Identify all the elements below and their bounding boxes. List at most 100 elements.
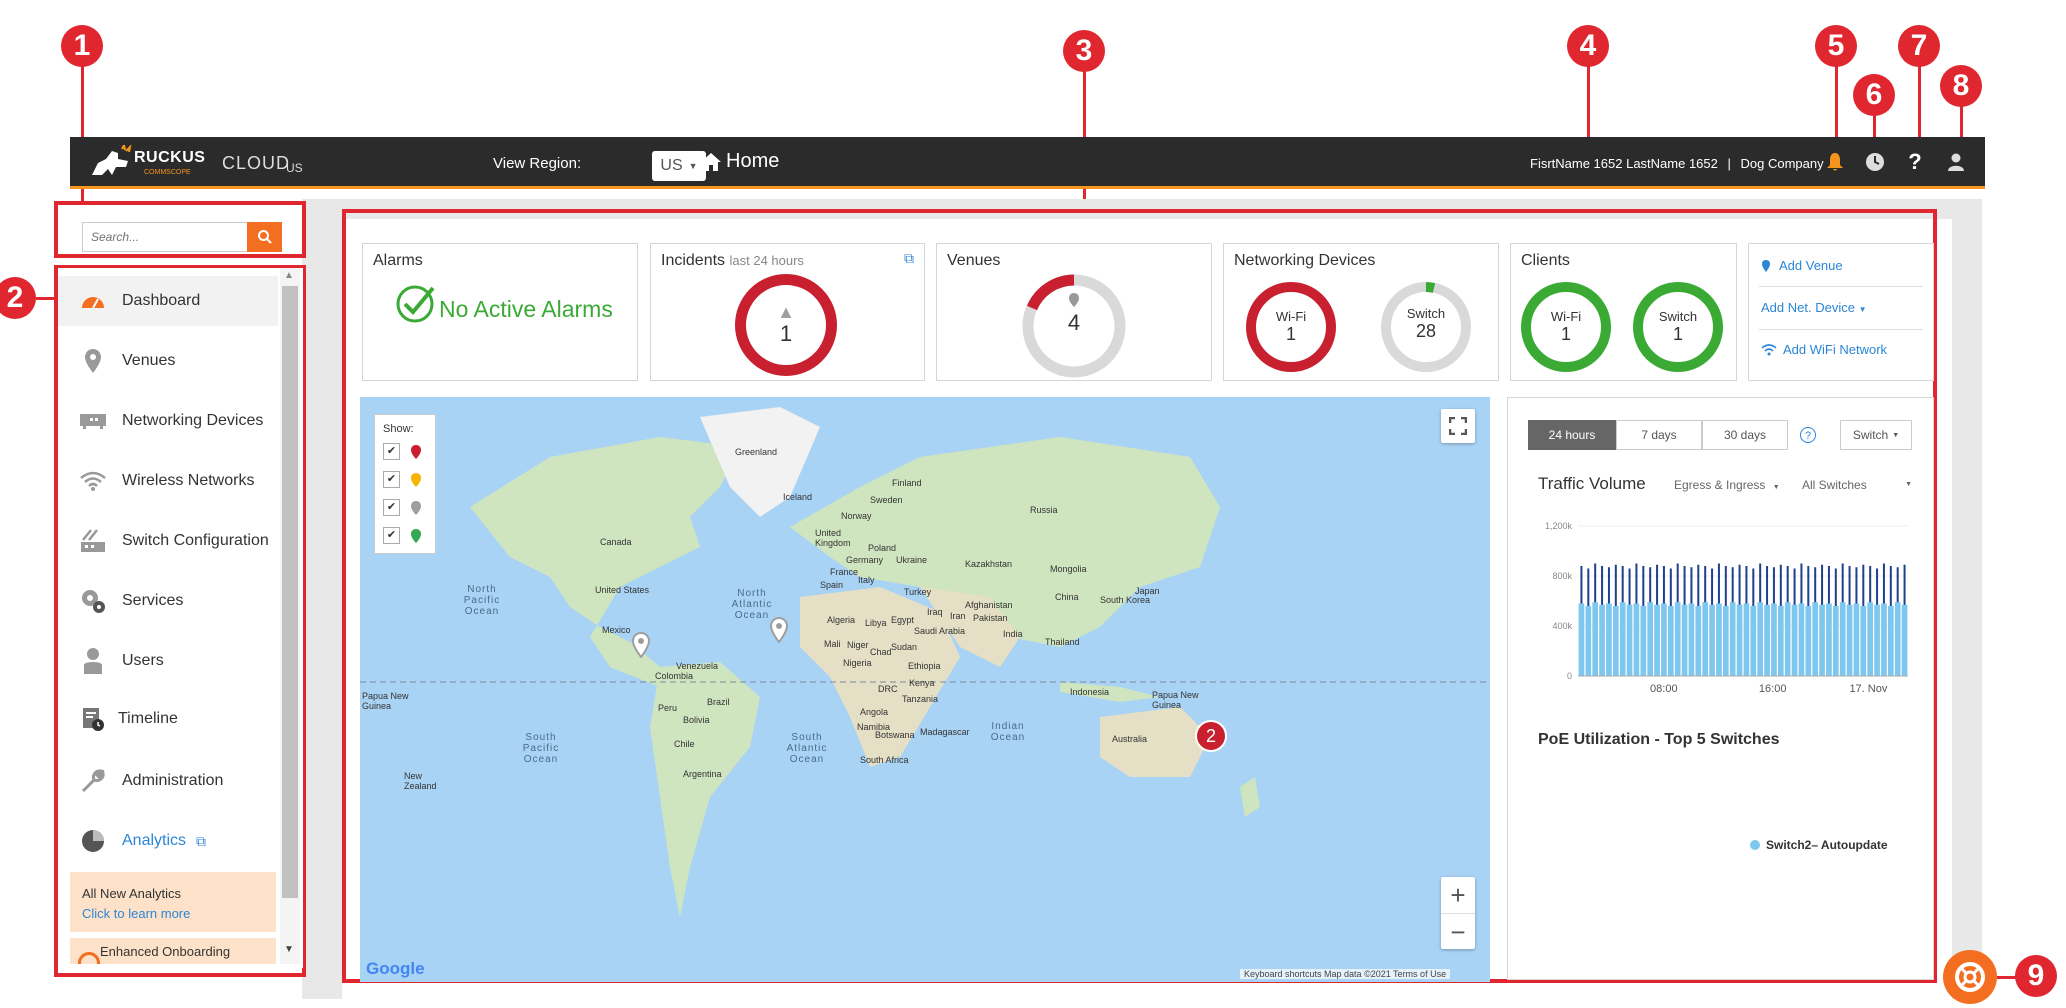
search-input[interactable] bbox=[82, 222, 247, 252]
scroll-up-icon[interactable]: ▲ bbox=[284, 270, 294, 281]
map-label: Brazil bbox=[707, 697, 730, 707]
switch-devices-text[interactable]: Switch 28 bbox=[1380, 306, 1472, 342]
promo-link[interactable]: Click to learn more bbox=[82, 906, 190, 921]
support-button[interactable] bbox=[1943, 950, 1997, 1004]
map-label: South Korea bbox=[1100, 595, 1151, 605]
sidebar-item-label: Venues bbox=[122, 352, 176, 369]
sidebar-item-venues[interactable]: Venues bbox=[78, 341, 175, 381]
poe-legend[interactable]: Switch2– Autoupdate bbox=[1750, 838, 1888, 852]
device-icon bbox=[78, 406, 108, 436]
scope-select[interactable]: All Switches ▼ bbox=[1802, 478, 1922, 492]
add-device-dropdown[interactable]: Add Net. Device ▼ bbox=[1761, 300, 1866, 315]
ring-value: 1 bbox=[1285, 324, 1296, 344]
venues-count: 4 bbox=[1067, 310, 1081, 335]
bar-series-2 bbox=[1640, 606, 1647, 676]
info-icon[interactable]: ? bbox=[1800, 427, 1816, 443]
map-footer[interactable]: Keyboard shortcuts Map data ©2021 Terms … bbox=[1240, 969, 1451, 979]
scroll-down-icon[interactable]: ▼ bbox=[284, 944, 294, 955]
map-label: Colombia bbox=[655, 671, 694, 681]
map-label: Iran bbox=[950, 611, 966, 621]
map-label: Italy bbox=[858, 575, 875, 585]
help-icon[interactable]: ? bbox=[1902, 149, 1928, 175]
tab-30-days[interactable]: 30 days bbox=[1702, 420, 1788, 450]
sidebar-item-administration[interactable]: Administration bbox=[78, 761, 223, 801]
sidebar-item-switch-configuration[interactable]: Switch Configuration bbox=[78, 521, 269, 561]
ring-value: 1 bbox=[1672, 324, 1683, 344]
add-venue-link[interactable]: Add Venue bbox=[1761, 258, 1843, 273]
sidebar-item-analytics[interactable]: Analytics ⧉ bbox=[78, 821, 206, 861]
sidebar-item-label: Networking Devices bbox=[122, 412, 264, 429]
x-tick-label: 16:00 bbox=[1759, 683, 1787, 695]
incidents-card[interactable]: Incidents last 24 hours ⧉ ▲ 1 bbox=[650, 243, 925, 381]
map-label: Ukraine bbox=[896, 555, 928, 565]
user-icon[interactable] bbox=[1943, 149, 1969, 175]
sidebar-item-services[interactable]: Services bbox=[78, 581, 183, 621]
lifebuoy-icon bbox=[1955, 962, 1985, 992]
traffic-title: Traffic Volume bbox=[1538, 474, 1646, 493]
bar-series-2 bbox=[1826, 603, 1832, 676]
home-breadcrumb[interactable]: Home bbox=[700, 150, 779, 173]
user-name[interactable]: FisrtName 1652 LastName 1652 bbox=[1530, 156, 1718, 171]
bell-icon[interactable] bbox=[1822, 149, 1848, 175]
dog-logo-icon bbox=[92, 145, 132, 175]
bar-series-2 bbox=[1819, 604, 1825, 676]
map-label: China bbox=[1055, 592, 1079, 602]
scope-value: All Switches bbox=[1802, 478, 1867, 492]
promo-onboarding[interactable]: Enhanced Onboarding bbox=[70, 938, 276, 964]
tab-7-days[interactable]: 7 days bbox=[1616, 420, 1702, 450]
tab-24-hours[interactable]: 24 hours bbox=[1528, 420, 1616, 450]
card-title: Clients bbox=[1521, 252, 1570, 269]
bar-series-2 bbox=[1709, 604, 1715, 676]
sidebar-scrollbar[interactable]: ▲ ▼ bbox=[280, 268, 300, 964]
clock-icon[interactable] bbox=[1862, 149, 1888, 175]
company-name[interactable]: Dog Company bbox=[1741, 156, 1824, 171]
venue-map[interactable]: Show: ✔ ✔ ✔ ✔ + − 2 Greenland Iceland Fi… bbox=[360, 397, 1490, 982]
sidebar-item-wireless-networks[interactable]: Wireless Networks bbox=[78, 461, 254, 501]
alarms-card[interactable]: Alarms No Active Alarms bbox=[362, 243, 638, 381]
y-tick-label: 800k bbox=[1552, 571, 1572, 581]
callout-2-line bbox=[36, 297, 56, 300]
divider bbox=[1759, 286, 1923, 287]
direction-select[interactable]: Egress & Ingress ▼ bbox=[1674, 478, 1780, 492]
sidebar-item-users[interactable]: Users bbox=[78, 641, 164, 681]
sidebar-item-networking-devices[interactable]: Networking Devices bbox=[78, 401, 263, 441]
ocean-label: North Atlantic Ocean bbox=[731, 588, 773, 621]
map-label: United States bbox=[595, 585, 650, 595]
bar-series-2 bbox=[1612, 606, 1619, 676]
region-select[interactable]: US ▼ bbox=[652, 151, 706, 181]
sidebar-item-dashboard[interactable]: Dashboard bbox=[78, 281, 200, 321]
wifi-devices-ring[interactable]: Wi-Fi 1 bbox=[1246, 282, 1336, 372]
scrollbar-thumb[interactable] bbox=[282, 286, 298, 898]
map-label: Peru bbox=[658, 703, 678, 713]
add-wifi-link[interactable]: Add WiFi Network bbox=[1761, 342, 1887, 357]
external-link-icon[interactable]: ⧉ bbox=[904, 250, 914, 267]
wrench-icon bbox=[78, 766, 108, 796]
bar-series-2 bbox=[1716, 603, 1722, 676]
device-type-select[interactable]: Switch ▼ bbox=[1840, 420, 1912, 450]
search-button[interactable] bbox=[247, 222, 282, 252]
wifi-clients-ring[interactable]: Wi-Fi 1 bbox=[1521, 282, 1611, 372]
sidebar-item-timeline[interactable]: Timeline bbox=[78, 699, 178, 739]
venues-card[interactable]: Venues 4 bbox=[936, 243, 1212, 381]
switch-clients-ring[interactable]: Switch 1 bbox=[1633, 282, 1723, 372]
brand-sub: COMMSCOPE bbox=[144, 169, 191, 176]
ring-value: 28 bbox=[1415, 321, 1437, 341]
map-label: Libya bbox=[865, 618, 887, 628]
networking-devices-card[interactable]: Networking Devices Wi-Fi 1 Switch 28 bbox=[1223, 243, 1499, 381]
map-label: Russia bbox=[1030, 505, 1058, 515]
device-type-value: Switch bbox=[1852, 428, 1889, 442]
map-label: Kenya bbox=[909, 678, 935, 688]
ruckus-logo[interactable]: RUCKUS COMMSCOPE bbox=[88, 143, 218, 183]
promo-title: Enhanced Onboarding bbox=[100, 944, 231, 959]
ring-label: Wi-Fi bbox=[1550, 309, 1582, 324]
bar-series-2 bbox=[1674, 602, 1681, 676]
sidebar-item-label: Dashboard bbox=[122, 292, 201, 309]
map-label: Chile bbox=[674, 739, 695, 749]
promo-analytics[interactable]: All New Analytics Click to learn more bbox=[70, 872, 276, 932]
bar-series-2 bbox=[1647, 602, 1654, 676]
map-label: Bolivia bbox=[683, 715, 710, 725]
add-device-label: Add Net. Device bbox=[1761, 300, 1855, 315]
bar-series-2 bbox=[1867, 602, 1874, 676]
clients-card[interactable]: Clients Wi-Fi 1 Switch 1 bbox=[1510, 243, 1737, 381]
map-label: Spain bbox=[820, 580, 844, 590]
